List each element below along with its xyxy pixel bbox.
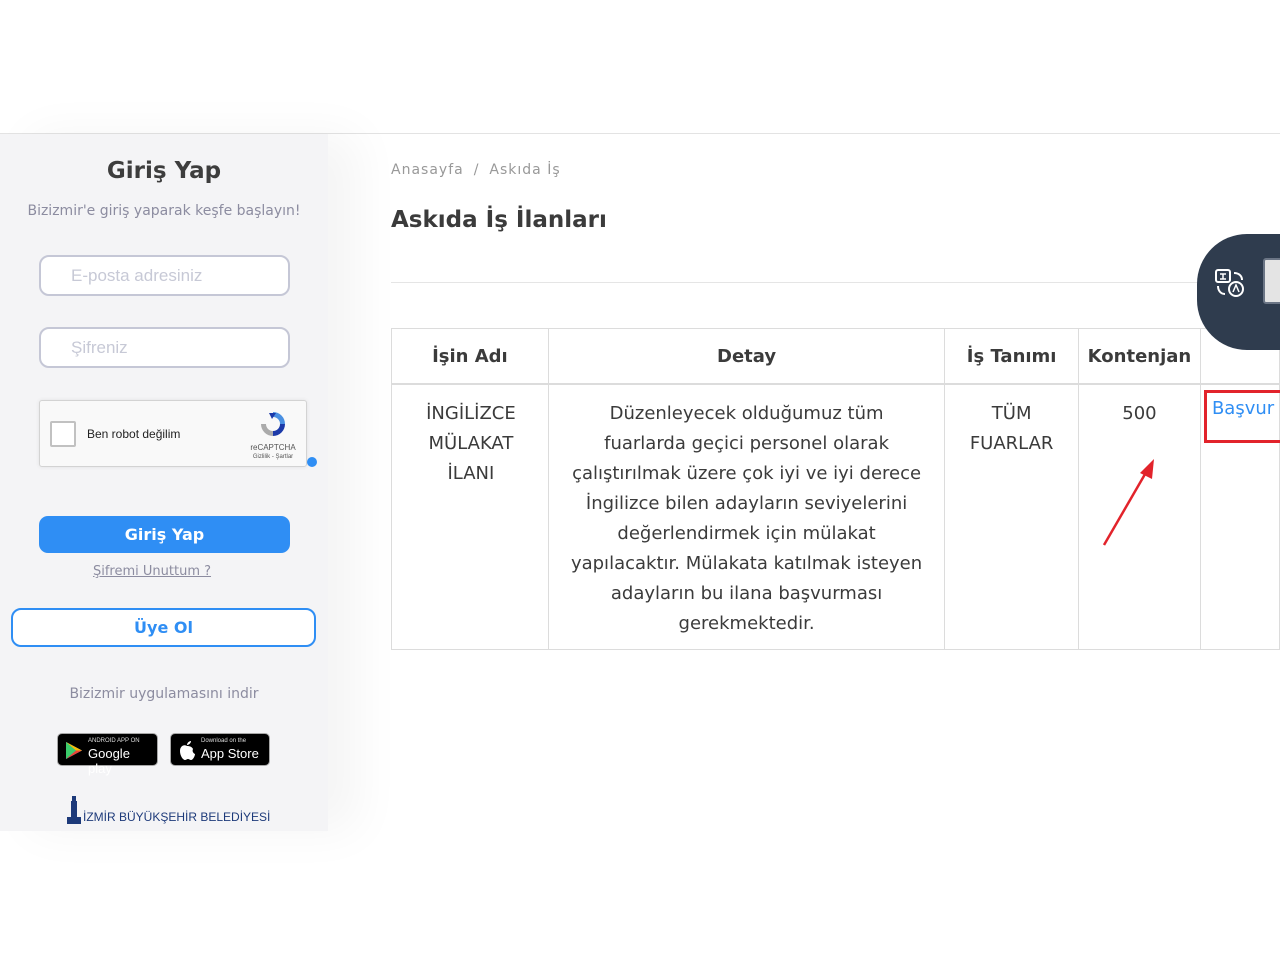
email-field[interactable]	[41, 257, 286, 294]
recaptcha-label: Ben robot değilim	[87, 427, 181, 441]
breadcrumb-current: Askıda İş	[489, 162, 561, 178]
job-definition-cell: TÜM FUARLAR	[944, 383, 1079, 650]
recaptcha-brand: reCAPTCHA	[250, 443, 296, 452]
app-store-badge[interactable]: Download on the App Store	[170, 733, 270, 766]
translate-icon	[1215, 269, 1244, 297]
column-header-detail: Detay	[547, 328, 946, 385]
recaptcha-checkbox[interactable]	[50, 421, 76, 447]
breadcrumb-separator: /	[473, 162, 480, 178]
widget-panel-tab[interactable]	[1263, 258, 1280, 304]
title-divider	[391, 282, 1280, 283]
recaptcha-terms[interactable]: Gizlilik - Şartlar	[240, 454, 306, 460]
red-arrow-annotation	[1102, 459, 1154, 546]
apply-cell: Başvur	[1199, 383, 1280, 650]
recaptcha-widget: Ben robot değilim reCAPTCHA Gizlilik - Ş…	[39, 400, 307, 467]
google-play-icon	[66, 742, 82, 759]
email-field-wrapper	[39, 255, 290, 296]
password-field-wrapper	[39, 327, 290, 368]
app-store-small-text: Download on the	[201, 738, 247, 744]
accessibility-widget[interactable]	[1197, 234, 1280, 350]
column-header-job-definition: İş Tanımı	[944, 328, 1079, 385]
column-header-job-name: İşin Adı	[391, 328, 549, 385]
job-detail-cell: Düzenleyecek olduğumuz tüm fuarlarda geç…	[547, 383, 946, 650]
clock-tower-icon	[67, 796, 81, 824]
recaptcha-icon	[261, 412, 285, 436]
login-button[interactable]: Giriş Yap	[39, 516, 290, 553]
login-title: Giriş Yap	[106, 158, 222, 184]
status-dot	[307, 457, 317, 467]
page-title: Askıda İş İlanları	[391, 207, 607, 233]
google-play-badge[interactable]: ANDROID APP ON Google play	[57, 733, 158, 776]
municipality-logo-text: İZMİR BÜYÜKŞEHİR BELEDİYESİ	[83, 810, 271, 824]
forgot-password-link[interactable]: Şifremi Unuttum ?	[0, 564, 304, 579]
google-play-small-text: ANDROID APP ON	[88, 738, 140, 744]
apple-icon	[180, 741, 195, 760]
table-header-row: İşin Adı Detay İş Tanımı Kontenjan	[391, 328, 1280, 385]
password-field[interactable]	[41, 329, 286, 366]
job-name-cell: İNGİLİZCE MÜLAKAT İLANI	[391, 383, 549, 650]
municipality-logo: İZMİR BÜYÜKŞEHİR BELEDİYESİ	[66, 796, 296, 826]
login-subtitle: Bizizmir'e giriş yaparak keşfe başlayın!	[27, 203, 301, 219]
breadcrumb: Anasayfa / Askıda İş	[391, 162, 561, 178]
column-header-quota: Kontenjan	[1077, 328, 1201, 385]
app-download-text: Bizizmir uygulamasını indir	[69, 686, 259, 702]
breadcrumb-home[interactable]: Anasayfa	[391, 162, 464, 178]
register-button[interactable]: Üye Ol	[11, 608, 316, 647]
google-play-big-text: Google play	[88, 746, 130, 776]
apply-link[interactable]: Başvur	[1212, 397, 1274, 421]
login-sidebar: Giriş Yap Bizizmir'e giriş yaparak keşfe…	[0, 134, 328, 831]
app-store-big-text: App Store	[201, 746, 259, 761]
